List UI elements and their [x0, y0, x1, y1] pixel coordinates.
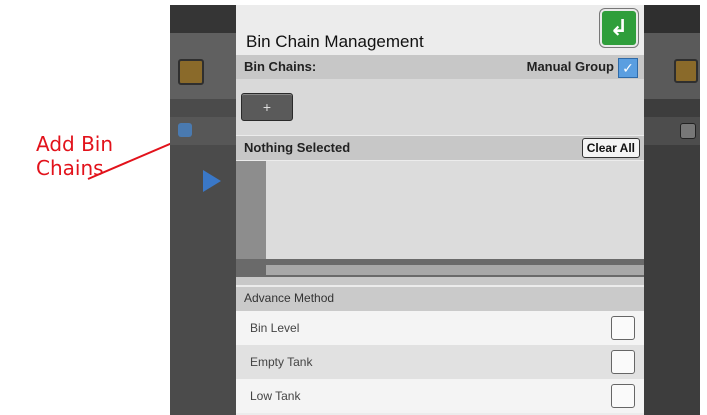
low-tank-checkbox[interactable]	[611, 384, 635, 408]
horizontal-scrollbar[interactable]	[266, 265, 644, 275]
back-button[interactable]: ↲	[600, 9, 638, 47]
play-icon	[203, 170, 221, 192]
advance-option-label: Low Tank	[250, 389, 301, 403]
manual-group-checkbox[interactable]: ✓	[618, 58, 638, 78]
bin-icon	[178, 59, 204, 85]
advance-method-header: Advance Method	[236, 287, 644, 311]
selection-header: Nothing Selected Clear All	[236, 136, 644, 160]
advance-option-low-tank[interactable]: Low Tank	[236, 379, 644, 413]
advance-option-label: Empty Tank	[250, 355, 313, 369]
checkmark-icon: ✓	[622, 60, 634, 76]
advance-option-label: Bin Level	[250, 321, 300, 335]
background-right-panel	[644, 5, 700, 415]
list-gutter	[236, 161, 266, 259]
callout-label: Add Bin Chains	[36, 132, 113, 180]
advance-method-label: Advance Method	[244, 291, 335, 305]
dialog-title-bar: Bin Chain Management ↲	[236, 5, 644, 55]
advance-option-bin-level[interactable]: Bin Level	[236, 311, 644, 345]
add-bin-chain-button[interactable]: +	[241, 93, 293, 121]
list-footer	[236, 259, 644, 285]
callout-line-2: Chains	[36, 156, 104, 180]
bin-chain-dialog: Bin Chain Management ↲ Bin Chains: Manua…	[236, 5, 644, 415]
edit-icon	[680, 123, 696, 139]
bin-chains-label: Bin Chains:	[244, 59, 317, 74]
map-icon	[178, 123, 192, 137]
bin-icon-right	[674, 59, 698, 83]
bin-chains-area: +	[236, 79, 644, 135]
callout-line-1: Add Bin	[36, 132, 114, 156]
selection-status: Nothing Selected	[244, 140, 351, 155]
device-screen: Bin Chain Management ↲ Bin Chains: Manua…	[170, 5, 700, 415]
background-left-panel	[170, 5, 236, 415]
return-arrow-icon: ↲	[609, 15, 629, 40]
bin-chain-list[interactable]	[236, 161, 644, 259]
bin-level-checkbox[interactable]	[611, 316, 635, 340]
dialog-title: Bin Chain Management	[246, 32, 424, 51]
advance-option-empty-tank[interactable]: Empty Tank	[236, 345, 644, 379]
manual-group-label: Manual Group	[526, 59, 614, 74]
empty-tank-checkbox[interactable]	[611, 350, 635, 374]
clear-all-button[interactable]: Clear All	[581, 138, 640, 158]
bin-chains-header: Bin Chains: Manual Group ✓	[236, 55, 644, 79]
